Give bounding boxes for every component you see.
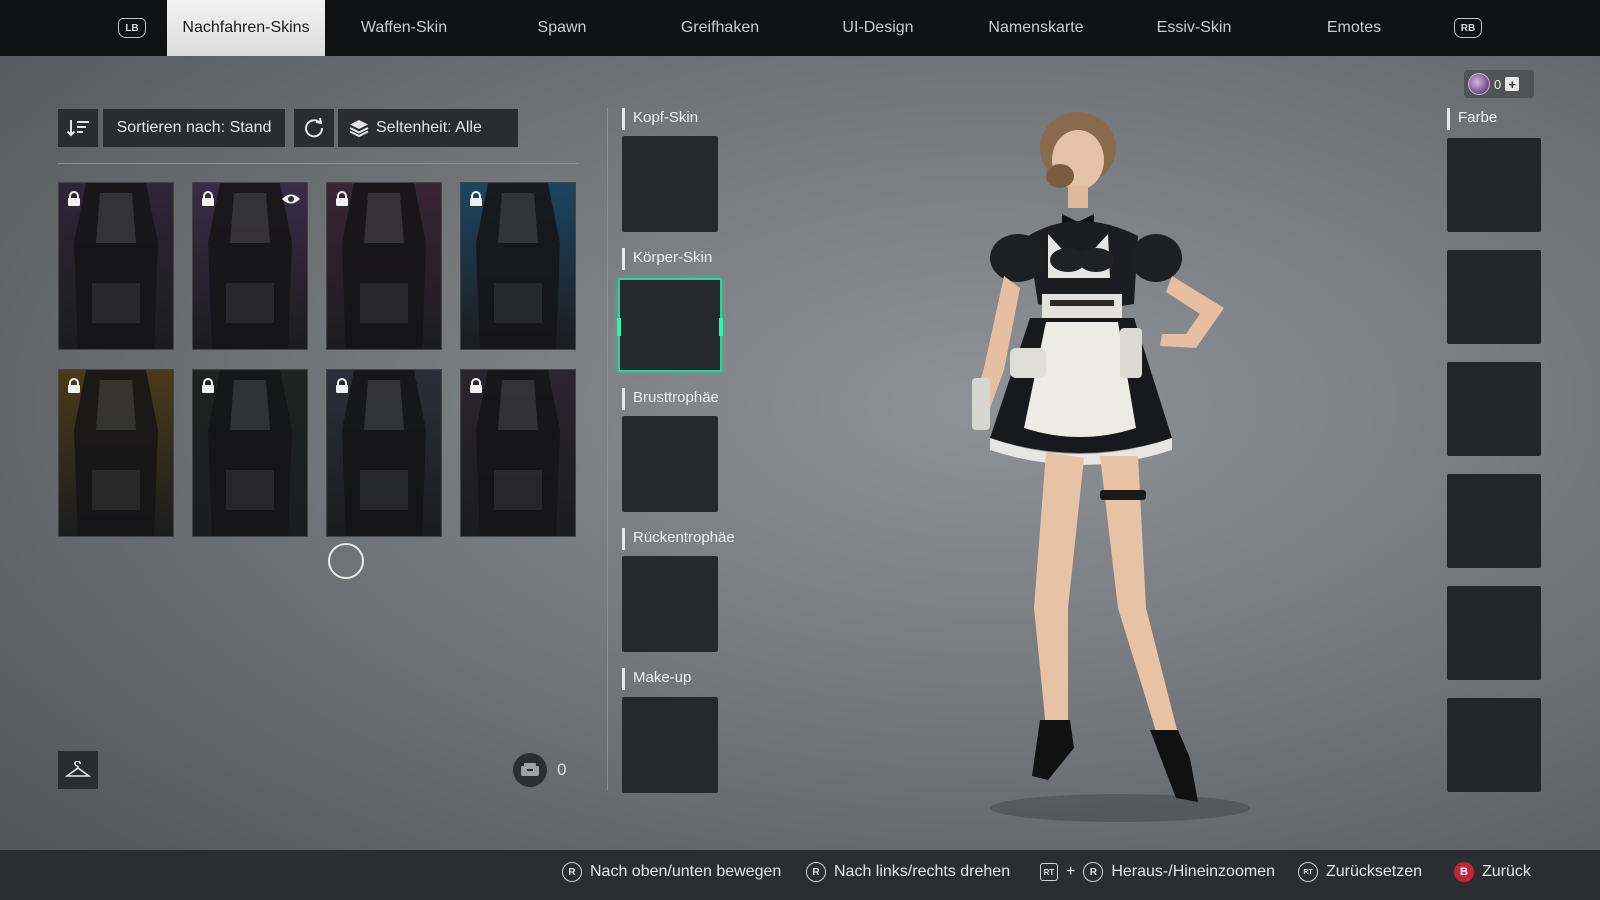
slot-brusttrophaee[interactable] — [622, 416, 718, 512]
hint-back[interactable]: B Zurück — [1454, 862, 1531, 882]
hint-label: Heraus-/Hineinzoomen — [1111, 863, 1275, 880]
hanger-icon — [65, 761, 91, 777]
color-slot[interactable] — [1447, 362, 1541, 456]
sort-order-button[interactable] — [58, 109, 98, 147]
wardrobe-button[interactable] — [58, 751, 98, 789]
lock-icon — [201, 191, 215, 212]
ticket-icon — [513, 753, 547, 787]
sort-icon — [66, 120, 89, 137]
rarity-dropdown[interactable]: Seltenheit: Alle — [338, 109, 518, 147]
reset-filter-button[interactable] — [294, 109, 334, 147]
hint-zoom: RT + R Heraus-/Hineinzoomen — [1040, 862, 1275, 882]
hint-label: Nach links/rechts drehen — [834, 863, 1011, 880]
hint-plus: + — [1066, 863, 1076, 880]
lock-icon — [335, 191, 349, 212]
skin-card-red-leather[interactable] — [326, 182, 442, 350]
skin-card-panda-yellow[interactable] — [58, 369, 174, 537]
slot-label-koerper-skin: Körper-Skin — [622, 248, 712, 270]
skin-card-blue-hoodie[interactable] — [460, 182, 576, 350]
color-slot[interactable] — [1447, 138, 1541, 232]
hint-move: R Nach oben/unten bewegen — [562, 862, 781, 882]
lock-icon — [335, 378, 349, 399]
currency-display[interactable]: 0 + — [1464, 70, 1534, 98]
top-tab-bar: LB Nachfahren-Skins Waffen-Skin Spawn Gr… — [0, 0, 1600, 56]
skin-thumbnail — [66, 370, 166, 536]
tab-essiv-skin[interactable]: Essiv-Skin — [1115, 0, 1273, 56]
add-currency-icon[interactable]: + — [1505, 77, 1520, 91]
hint-label: Zurück — [1482, 863, 1531, 880]
farbe-label: Farbe — [1447, 108, 1497, 130]
lock-icon — [67, 378, 81, 399]
rb-bumper-icon[interactable]: RB — [1454, 18, 1482, 38]
tab-namenskarte[interactable]: Namenskarte — [957, 0, 1115, 56]
lb-bumper-icon[interactable]: LB — [118, 18, 146, 38]
color-slot[interactable] — [1447, 474, 1541, 568]
refresh-icon — [305, 117, 324, 138]
skin-thumbnail — [468, 370, 568, 536]
skin-card-black-purple-armor[interactable] — [460, 369, 576, 537]
hint-reset[interactable]: RT Zurücksetzen — [1298, 862, 1422, 882]
ticket-count: 0 — [557, 760, 567, 779]
slot-make-up[interactable] — [622, 697, 718, 793]
tab-ui-design[interactable]: UI-Design — [799, 0, 957, 56]
skin-card-blue-white-dress[interactable] — [326, 369, 442, 537]
skin-card-dark-uniform[interactable] — [58, 182, 174, 350]
rarity-label: Seltenheit: Alle — [376, 119, 482, 136]
color-slot[interactable] — [1447, 698, 1541, 792]
lock-icon — [469, 191, 483, 212]
cursor-ring — [328, 543, 364, 579]
slot-label-kopf-skin: Kopf-Skin — [622, 108, 698, 130]
lock-icon — [67, 191, 81, 212]
sort-dropdown[interactable]: Sortieren nach: Stand — [103, 109, 285, 147]
color-slot[interactable] — [1447, 250, 1541, 344]
rt-trigger-icon: RT — [1040, 863, 1058, 881]
skin-card-black-green-armor[interactable] — [192, 369, 308, 537]
hint-label: Nach oben/unten bewegen — [590, 863, 782, 880]
skin-thumbnail — [66, 183, 166, 349]
slot-label-rueckentrophaee: Rückentrophäe — [622, 528, 735, 550]
currency-amount: 0 — [1494, 76, 1502, 92]
slot-rueckentrophaee[interactable] — [622, 556, 718, 652]
tab-nachfahren-skins[interactable]: Nachfahren-Skins — [167, 0, 325, 56]
right-stick-icon: R — [1083, 862, 1104, 882]
lock-icon — [201, 378, 215, 399]
skin-card-maid-outfit[interactable] — [192, 182, 308, 350]
character-preview[interactable] — [950, 108, 1270, 828]
right-stick-icon: R — [562, 862, 582, 882]
eye-icon — [281, 192, 301, 211]
slot-label-make-up: Make-up — [622, 668, 691, 690]
skin-thumbnail — [334, 183, 434, 349]
rt-trigger-icon: RT — [1298, 862, 1318, 882]
skin-thumbnail — [334, 370, 434, 536]
tab-spawn[interactable]: Spawn — [483, 0, 641, 56]
divider — [58, 163, 578, 164]
skin-thumbnail — [200, 370, 300, 536]
hint-rotate: R Nach links/rechts drehen — [806, 862, 1010, 882]
slot-label-brusttrophaee: Brusttrophäe — [622, 388, 719, 410]
hint-label: Zurücksetzen — [1326, 863, 1423, 880]
lock-icon — [469, 378, 483, 399]
tab-greifhaken[interactable]: Greifhaken — [641, 0, 799, 56]
right-stick-icon: R — [806, 862, 826, 882]
slot-koerper-skin[interactable] — [617, 278, 723, 372]
skin-thumbnail — [468, 183, 568, 349]
color-slot[interactable] — [1447, 586, 1541, 680]
tab-emotes[interactable]: Emotes — [1275, 0, 1433, 56]
layers-icon — [349, 120, 369, 138]
b-button-icon: B — [1454, 862, 1474, 882]
tab-waffen-skin[interactable]: Waffen-Skin — [325, 0, 483, 56]
coin-icon — [1468, 73, 1490, 95]
slot-kopf-skin[interactable] — [622, 136, 718, 232]
divider — [607, 108, 608, 790]
